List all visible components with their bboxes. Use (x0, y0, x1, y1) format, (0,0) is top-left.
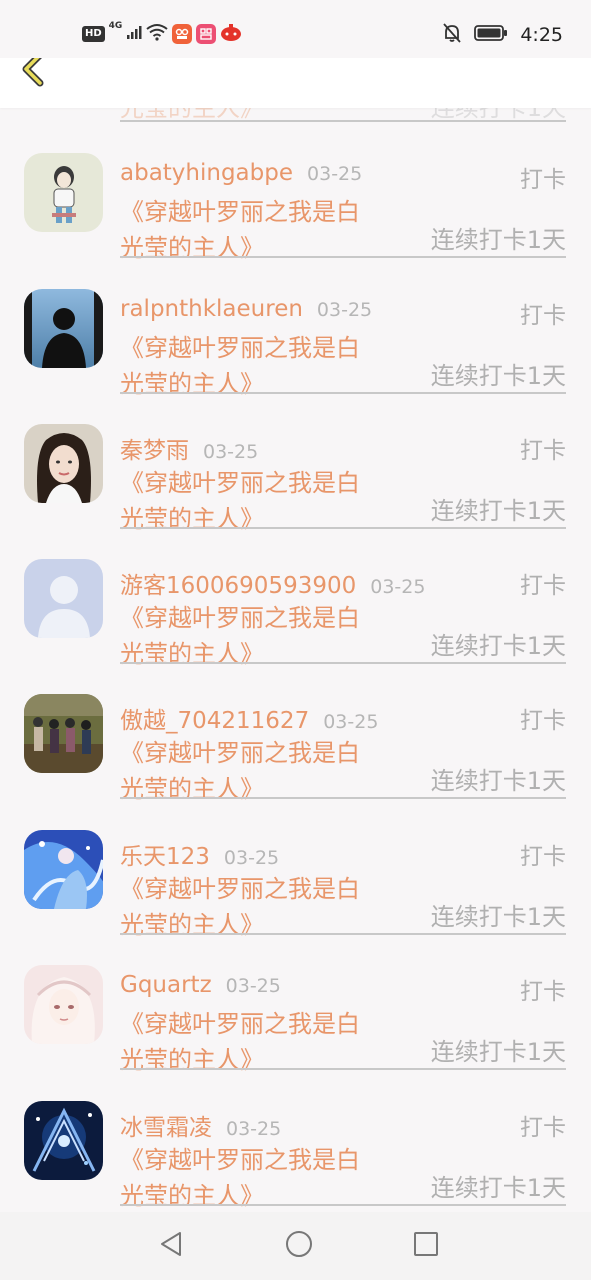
battery-icon (474, 24, 508, 46)
checkin-date: 03-25 (226, 1118, 282, 1140)
book-title-line2: 光莹的主人》 (120, 1046, 264, 1074)
book-title-line1: 《穿越叶罗丽之我是白 (120, 334, 360, 362)
list-item[interactable]: 游客1600690593900 03-25 打卡 《穿越叶罗丽之我是白 光莹的主… (0, 542, 591, 677)
mute-bell-icon (442, 22, 462, 48)
checkin-label: 打卡 (520, 438, 566, 464)
username[interactable]: ralpnthklaeuren (120, 296, 303, 322)
nav-home-button[interactable] (284, 1231, 314, 1261)
list-item[interactable]: 乐天123 03-25 打卡 《穿越叶罗丽之我是白 光莹的主人》 连续打卡1天 (0, 813, 591, 948)
avatar[interactable] (24, 424, 103, 503)
clock: 4:25 (520, 24, 563, 46)
list-item[interactable]: abatyhingabpe 03-25 打卡 《穿越叶罗丽之我是白 光莹的主人》… (0, 136, 591, 271)
status-right: 4:25 (442, 22, 563, 48)
list-item[interactable]: 冰雪霜凌 03-25 打卡 《穿越叶罗丽之我是白 光莹的主人》 连续打卡1天 (0, 1084, 591, 1212)
wifi-icon (146, 23, 168, 45)
book-title-line1: 《穿越叶罗丽之我是白 (120, 875, 360, 903)
avatar[interactable] (24, 153, 103, 232)
app-notification-icon (172, 24, 193, 44)
back-button[interactable] (14, 51, 50, 88)
book-title-line2: 光莹的主人》 (120, 505, 264, 533)
book-title[interactable]: 《穿越叶罗丽之我是白 光莹的主人》 (120, 1142, 410, 1212)
checkin-list[interactable]: 光莹的主人》 连续打卡1天 abatyhingabpe 03-25 打卡 《穿越… (0, 0, 591, 1212)
list-item[interactable]: 傲越_704211627 03-25 打卡 《穿越叶罗丽之我是白 光莹的主人》 … (0, 677, 591, 812)
hd-indicator: HD (82, 26, 105, 42)
row-divider (120, 527, 566, 529)
triangle-back-icon (158, 1230, 184, 1262)
system-nav-bar (0, 1212, 591, 1280)
avatar[interactable] (24, 559, 103, 638)
book-title-line1: 《穿越叶罗丽之我是白 (120, 1010, 360, 1038)
checkin-date: 03-25 (307, 163, 363, 185)
username[interactable]: Gquartz (120, 972, 212, 998)
streak-label: 连续打卡1天 (430, 362, 566, 390)
square-recents-icon (413, 1231, 439, 1261)
book-title-line2: 光莹的主人》 (120, 775, 264, 803)
book-title-line1: 《穿越叶罗丽之我是白 (120, 469, 360, 497)
streak-label: 连续打卡1天 (430, 903, 566, 931)
checkin-date: 03-25 (316, 299, 373, 321)
checkin-label: 打卡 (520, 1115, 566, 1141)
checkin-label: 打卡 (520, 573, 566, 599)
book-title-line1: 《穿越叶罗丽之我是白 (120, 198, 360, 226)
book-title-line2: 光莹的主人》 (120, 370, 264, 398)
book-title-line2: 光莹的主人》 (120, 640, 264, 668)
row-divider (120, 392, 566, 394)
app-header (0, 51, 591, 108)
checkin-label: 打卡 (520, 979, 566, 1005)
row-divider (120, 797, 566, 799)
checkin-date: 03-25 (223, 847, 280, 869)
checkin-date: 03-25 (225, 975, 281, 997)
username[interactable]: 冰雪霜凌 (120, 1108, 212, 1142)
circle-home-icon (285, 1230, 313, 1262)
checkin-label: 打卡 (520, 303, 566, 329)
username[interactable]: 傲越_704211627 (120, 701, 309, 735)
avatar[interactable] (24, 830, 103, 909)
avatar[interactable] (24, 289, 103, 368)
checkin-label: 打卡 (520, 167, 566, 193)
username[interactable]: 乐天123 (120, 837, 210, 871)
signal-icon (126, 24, 142, 44)
list-item[interactable]: 秦梦雨 03-25 打卡 《穿越叶罗丽之我是白 光莹的主人》 连续打卡1天 (0, 407, 591, 542)
row-divider (120, 662, 566, 664)
list-item[interactable]: ralpnthklaeuren 03-25 打卡 《穿越叶罗丽之我是白 光莹的主… (0, 272, 591, 407)
checkin-date: 03-25 (203, 441, 259, 463)
streak-label: 连续打卡1天 (430, 497, 566, 525)
checkin-date: 03-25 (370, 576, 426, 598)
checkin-label: 打卡 (520, 844, 566, 870)
nav-back-button[interactable] (156, 1231, 186, 1261)
streak-label: 连续打卡1天 (430, 1038, 566, 1066)
checkin-date: 03-25 (323, 711, 379, 733)
username[interactable]: abatyhingabpe (120, 160, 293, 186)
row-divider (120, 256, 566, 258)
streak-label: 连续打卡1天 (430, 1174, 566, 1202)
book-title-line2: 光莹的主人》 (120, 234, 264, 262)
row-divider (120, 1204, 566, 1206)
network-type: 4G (108, 21, 123, 31)
avatar[interactable] (24, 694, 103, 773)
book-title-line1: 《穿越叶罗丽之我是白 (120, 1146, 360, 1174)
checkin-label: 打卡 (520, 708, 566, 734)
book-title-line2: 光莹的主人》 (120, 911, 264, 939)
app-notification-icon (220, 22, 242, 46)
book-title-line1: 《穿越叶罗丽之我是白 (120, 739, 360, 767)
list-item[interactable]: Gquartz 03-25 打卡 《穿越叶罗丽之我是白 光莹的主人》 连续打卡1… (0, 948, 591, 1083)
status-left: HD 4G (82, 21, 242, 46)
app-notification-icon (196, 24, 217, 44)
book-title-line2: 光莹的主人》 (120, 1182, 264, 1210)
status-bar: HD 4G 4:25 (0, 0, 591, 58)
avatar[interactable] (24, 1101, 103, 1180)
streak-label: 连续打卡1天 (430, 226, 566, 254)
username[interactable]: 秦梦雨 (120, 431, 189, 465)
streak-label: 连续打卡1天 (430, 767, 566, 795)
book-title-line1: 《穿越叶罗丽之我是白 (120, 604, 360, 632)
nav-recents-button[interactable] (411, 1231, 441, 1261)
row-divider (120, 933, 566, 935)
streak-label: 连续打卡1天 (430, 632, 566, 660)
row-divider (120, 1068, 566, 1070)
avatar[interactable] (24, 965, 103, 1044)
username[interactable]: 游客1600690593900 (120, 566, 356, 600)
row-divider (120, 120, 566, 122)
